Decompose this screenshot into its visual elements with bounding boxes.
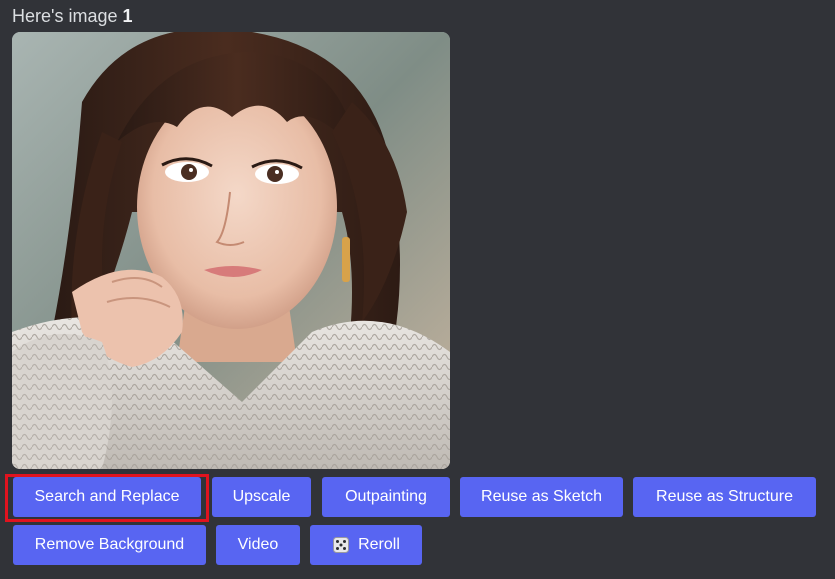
- video-button[interactable]: Video: [216, 525, 300, 565]
- remove-background-button[interactable]: Remove Background: [13, 525, 206, 565]
- message-caption: Here's image 1: [12, 4, 133, 28]
- outpainting-button[interactable]: Outpainting: [322, 477, 450, 517]
- search-and-replace-button[interactable]: Search and Replace: [13, 477, 201, 517]
- generated-image[interactable]: [12, 32, 450, 469]
- reuse-as-sketch-button[interactable]: Reuse as Sketch: [460, 477, 623, 517]
- dice-icon: [332, 536, 350, 554]
- caption-prefix: Here's image: [12, 6, 118, 26]
- reuse-as-structure-button[interactable]: Reuse as Structure: [633, 477, 816, 517]
- reroll-button[interactable]: Reroll: [310, 525, 422, 565]
- upscale-button[interactable]: Upscale: [212, 477, 311, 517]
- caption-image-number: 1: [122, 6, 133, 26]
- reroll-label: Reroll: [358, 536, 400, 553]
- portrait-image-graphic: [12, 32, 450, 469]
